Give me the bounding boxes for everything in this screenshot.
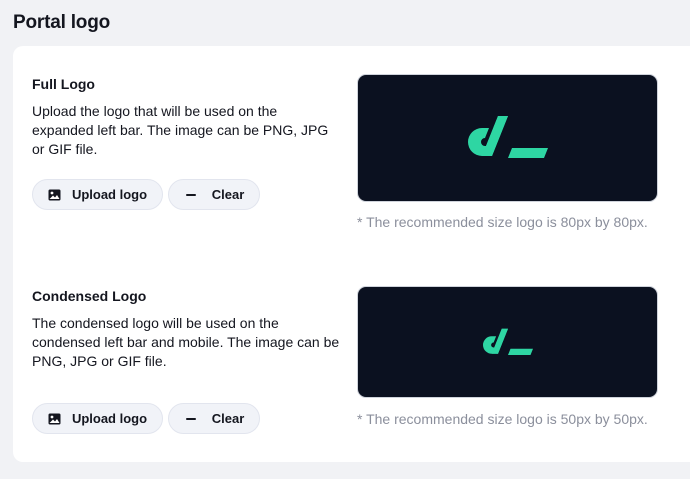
brand-logo <box>467 116 548 158</box>
condensed-logo-upload-label: Upload logo <box>71 411 148 426</box>
condensed-logo-upload-button[interactable]: Upload logo <box>32 403 163 434</box>
image-icon <box>48 412 62 426</box>
condensed-logo-description: The condensed logo will be used on the c… <box>32 315 340 369</box>
condensed-logo-clear-button[interactable]: Clear <box>168 403 260 434</box>
condensed-logo-actions: Upload logo Clear <box>32 403 260 434</box>
full-logo-upload-label: Upload logo <box>71 187 148 202</box>
full-logo-clear-label: Clear <box>211 187 245 202</box>
full-logo-clear-button[interactable]: Clear <box>168 179 260 210</box>
minus-icon <box>184 412 198 426</box>
minus-icon <box>184 188 198 202</box>
full-logo-description: Upload the logo that will be used on the… <box>32 103 329 157</box>
brand-logo <box>482 328 533 355</box>
full-logo-upload-button[interactable]: Upload logo <box>32 179 163 210</box>
full-logo-hint: * The recommended size logo is 80px by 8… <box>357 214 648 230</box>
full-logo-preview <box>357 74 658 202</box>
condensed-logo-info: Condensed Logo The condensed logo will b… <box>32 286 342 434</box>
full-logo-info: Full Logo Upload the logo that will be u… <box>32 74 342 210</box>
full-logo-label: Full Logo <box>32 76 95 92</box>
condensed-logo-clear-label: Clear <box>211 411 245 426</box>
condensed-logo-hint: * The recommended size logo is 50px by 5… <box>357 411 648 427</box>
section-title: Portal logo <box>13 12 111 33</box>
condensed-logo-label: Condensed Logo <box>32 288 147 304</box>
portal-logo-card: Full Logo Upload the logo that will be u… <box>13 46 690 462</box>
full-logo-actions: Upload logo Clear <box>32 179 260 210</box>
image-icon <box>48 188 62 202</box>
condensed-logo-preview <box>357 286 658 398</box>
